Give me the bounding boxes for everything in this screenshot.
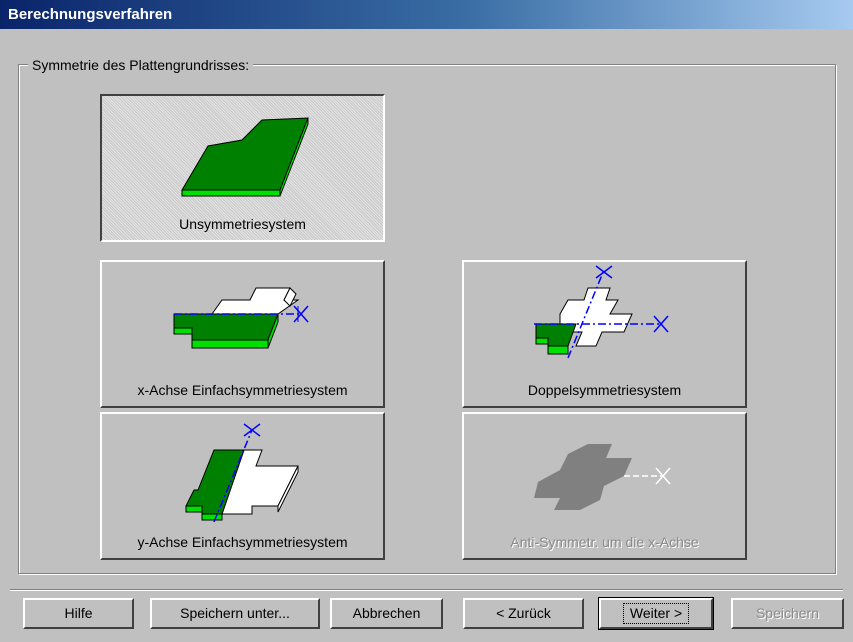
option-x-axis-button[interactable]: x-Achse Einfachsymmetriesystem [100, 260, 385, 408]
option-double-symmetry-button[interactable]: Doppelsymmetriesystem [462, 260, 747, 408]
save-button: Speichern [731, 598, 844, 629]
next-button-label: Weiter > [622, 603, 690, 624]
option-y-axis-button[interactable]: y-Achse Einfachsymmetriesystem [100, 412, 385, 560]
back-button[interactable]: < Zurück [463, 598, 584, 629]
help-button[interactable]: Hilfe [23, 598, 134, 629]
next-button[interactable]: Weiter > [598, 597, 714, 630]
option-label: x-Achse Einfachsymmetriesystem [137, 382, 348, 398]
option-label: y-Achse Einfachsymmetriesystem [137, 534, 348, 550]
option-label: Anti-Symmetr. um die x-Achse [510, 534, 699, 550]
option-label: Unsymmetriesystem [179, 216, 306, 232]
button-separator [10, 589, 843, 591]
cancel-button[interactable]: Abbrechen [330, 598, 443, 629]
option-unsymmetric-button[interactable]: Unsymmetriesystem [100, 94, 385, 242]
group-label: Symmetrie des Plattengrundrisses: [28, 57, 254, 73]
option-label: Doppelsymmetriesystem [527, 382, 682, 398]
save-as-button[interactable]: Speichern unter... [150, 598, 320, 629]
option-anti-symmetry-button: Anti-Symmetr. um die x-Achse [462, 412, 747, 560]
window-title: Berechnungsverfahren [0, 0, 853, 29]
